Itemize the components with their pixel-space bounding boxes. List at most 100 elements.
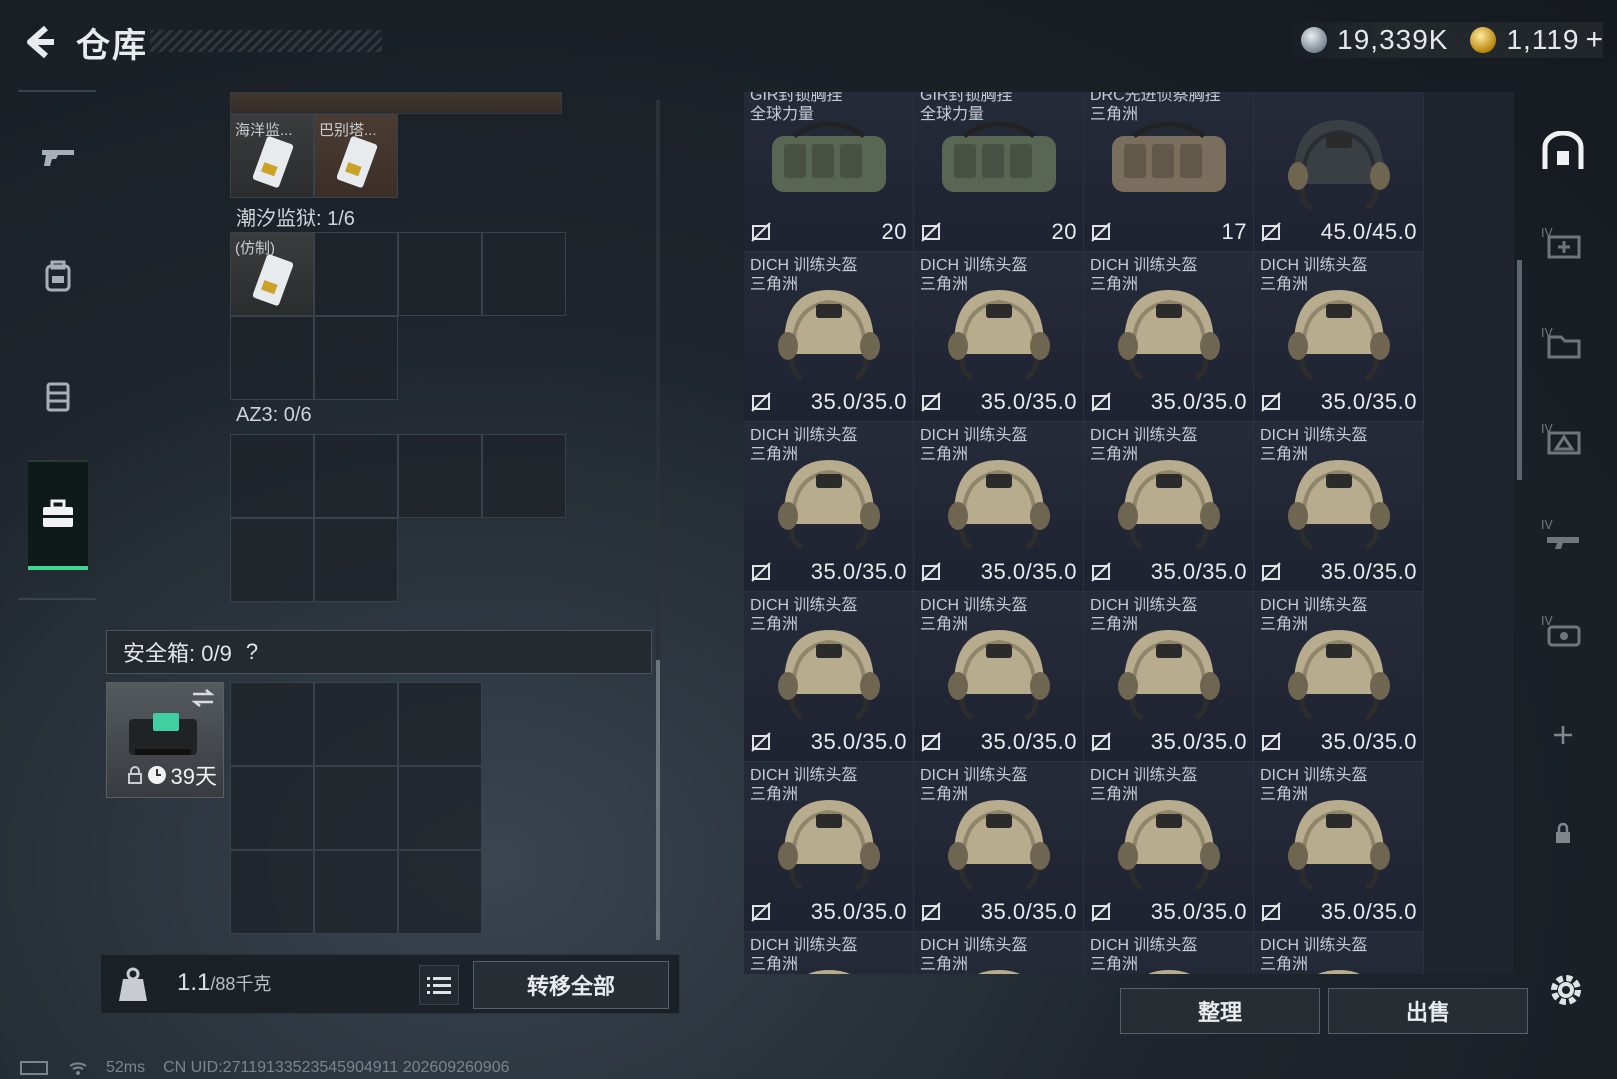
stash-item[interactable]: DICH 训练头盔 三角洲35.0/35.0 (744, 252, 914, 422)
stash-scrollbar[interactable] (1517, 260, 1522, 480)
user-uid: CN UID:27119133523545904911 202609260906 (163, 1059, 510, 1076)
stash-item[interactable]: DICH 训练头盔 三角洲35.0/35.0 (1254, 762, 1424, 932)
empty-cell[interactable] (314, 766, 398, 850)
stash-item[interactable]: DICH 训练头盔 三角洲35.0/35.0 (914, 252, 1084, 422)
rail-item-case[interactable] (28, 460, 88, 570)
container-cell[interactable]: 巴别塔... (314, 114, 398, 198)
stash-item[interactable]: DICH 训练头盔 三角洲35.0/35.0 (1254, 592, 1424, 762)
ping-value: 52ms (106, 1059, 146, 1076)
stash-item[interactable]: DICH 训练头盔 三角洲35.0/35.0 (1254, 932, 1424, 974)
top-bar: 仓库 19,339K 1,119 + (0, 0, 1617, 84)
stash-item[interactable]: DICH 训练头盔 三角洲35.0/35.0 (1254, 252, 1424, 422)
empty-cell[interactable] (398, 232, 482, 316)
stash-item[interactable]: DICH 训练头盔 三角洲35.0/35.0 (1084, 592, 1254, 762)
no-trade-icon (921, 732, 941, 752)
swap-icon[interactable] (191, 689, 215, 707)
stash-item[interactable]: DRC先进侦察胸挂 三角洲 17 (1084, 92, 1254, 252)
tool-lock[interactable] (1538, 808, 1588, 858)
gold-currency-value: 1,119 (1506, 24, 1580, 55)
empty-cell[interactable] (314, 850, 398, 934)
empty-cell[interactable] (482, 232, 566, 316)
tide-prison-label: 潮汐监狱: 1/6 (236, 208, 355, 230)
empty-cell[interactable] (314, 434, 398, 518)
empty-cell[interactable] (482, 434, 566, 518)
stash-item[interactable]: DICH 训练头盔 三角洲35.0/35.0 (914, 932, 1084, 974)
tool-add[interactable] (1538, 710, 1588, 760)
no-trade-icon (1091, 222, 1111, 242)
stash-item[interactable]: DICH 训练头盔 三角洲35.0/35.0 (744, 932, 914, 974)
empty-cell[interactable] (230, 434, 314, 518)
tool-expand-3[interactable]: IV (1538, 414, 1588, 464)
stash-item[interactable]: 45.0/45.0 (1254, 92, 1424, 252)
container-cell[interactable]: (仿制) (230, 232, 314, 316)
tool-expand-4[interactable]: IV (1538, 510, 1588, 560)
stash-home-icon (1542, 131, 1584, 169)
item-durability: 35.0/35.0 (980, 389, 1077, 414)
no-trade-icon (1091, 732, 1111, 752)
title-stripe-decoration (150, 30, 382, 52)
empty-cell[interactable] (398, 850, 482, 934)
item-name: DICH 训练头盔 三角洲 (750, 427, 858, 463)
empty-cell[interactable] (398, 682, 482, 766)
chest-rig-image (1112, 121, 1226, 192)
item-durability: 35.0/35.0 (1150, 389, 1247, 414)
safe-box-item[interactable]: 39天 (106, 682, 224, 798)
tool-expand-2[interactable]: IV (1538, 318, 1588, 368)
sort-button[interactable]: 整理 (1120, 988, 1320, 1034)
item-name: DICH 训练头盔 三角洲 (750, 767, 858, 803)
rail-item-weapons[interactable] (28, 102, 88, 212)
stash-item[interactable]: DICH 训练头盔 三角洲35.0/35.0 (1084, 932, 1254, 974)
empty-cell[interactable] (314, 316, 398, 400)
stash-item[interactable]: DICH 训练头盔 三角洲35.0/35.0 (1084, 422, 1254, 592)
weight-value: 1.1/88千克 (177, 969, 271, 997)
stash-item[interactable]: GIR封锁胸挂 全球力量 20 (914, 92, 1084, 252)
tool-expand-5[interactable]: IV (1538, 606, 1588, 656)
container-cell[interactable]: 海洋监... (230, 114, 314, 198)
stash-actions: 整理 出售 (744, 984, 1528, 1044)
stash-item[interactable]: DICH 训练头盔 三角洲35.0/35.0 (744, 592, 914, 762)
no-trade-icon (1091, 562, 1111, 582)
weight-bar: 1.1/88千克 转移全部 (100, 954, 680, 1014)
list-view-button[interactable] (419, 965, 459, 1005)
empty-cell[interactable] (230, 682, 314, 766)
safe-box-label: 安全箱: 0/9 (123, 641, 232, 666)
stash-toolbar: IV IV IV IV IV (1528, 100, 1598, 980)
empty-cell[interactable] (230, 766, 314, 850)
help-button[interactable]: ? (246, 639, 258, 665)
tool-stash-home[interactable] (1538, 126, 1588, 176)
scrollbar-thumb[interactable] (656, 660, 660, 940)
settings-gear-icon[interactable] (1544, 968, 1588, 1012)
crate-expansion-icon: IV (1541, 422, 1581, 455)
item-name: GIR封锁胸挂 全球力量 (920, 92, 1013, 123)
add-currency-button[interactable]: + (1585, 23, 1603, 57)
tool-expand-1[interactable]: IV (1538, 218, 1588, 268)
chest-rig-image (942, 121, 1056, 192)
item-durability: 35.0/35.0 (1320, 729, 1417, 754)
stash-item[interactable]: DICH 训练头盔 三角洲35.0/35.0 (744, 422, 914, 592)
stash-item[interactable]: DICH 训练头盔 三角洲35.0/35.0 (914, 762, 1084, 932)
empty-cell[interactable] (230, 518, 314, 602)
empty-cell[interactable] (230, 316, 314, 400)
item-durability: 35.0/35.0 (1320, 899, 1417, 924)
empty-cell[interactable] (230, 850, 314, 934)
container-scrollbar[interactable] (656, 100, 660, 940)
empty-cell[interactable] (314, 232, 398, 316)
rail-item-armor[interactable] (28, 222, 88, 332)
empty-cell[interactable] (314, 518, 398, 602)
stash-item[interactable]: DICH 训练头盔 三角洲35.0/35.0 (1084, 762, 1254, 932)
page-title: 仓库 (76, 27, 148, 65)
stash-item[interactable]: GIR封锁胸挂 全球力量 20 (744, 92, 914, 252)
item-durability: 35.0/35.0 (1320, 559, 1417, 584)
empty-cell[interactable] (398, 766, 482, 850)
empty-cell[interactable] (398, 434, 482, 518)
stash-item[interactable]: DICH 训练头盔 三角洲35.0/35.0 (914, 422, 1084, 592)
transfer-all-button[interactable]: 转移全部 (473, 961, 669, 1009)
empty-cell[interactable] (314, 682, 398, 766)
stash-item[interactable]: DICH 训练头盔 三角洲35.0/35.0 (914, 592, 1084, 762)
stash-item[interactable]: DICH 训练头盔 三角洲35.0/35.0 (1084, 252, 1254, 422)
stash-item[interactable]: DICH 训练头盔 三角洲35.0/35.0 (1254, 422, 1424, 592)
sell-button[interactable]: 出售 (1328, 988, 1528, 1034)
stash-item[interactable]: DICH 训练头盔 三角洲35.0/35.0 (744, 762, 914, 932)
back-arrow-icon[interactable] (18, 22, 58, 62)
rail-item-bags[interactable] (28, 342, 88, 452)
